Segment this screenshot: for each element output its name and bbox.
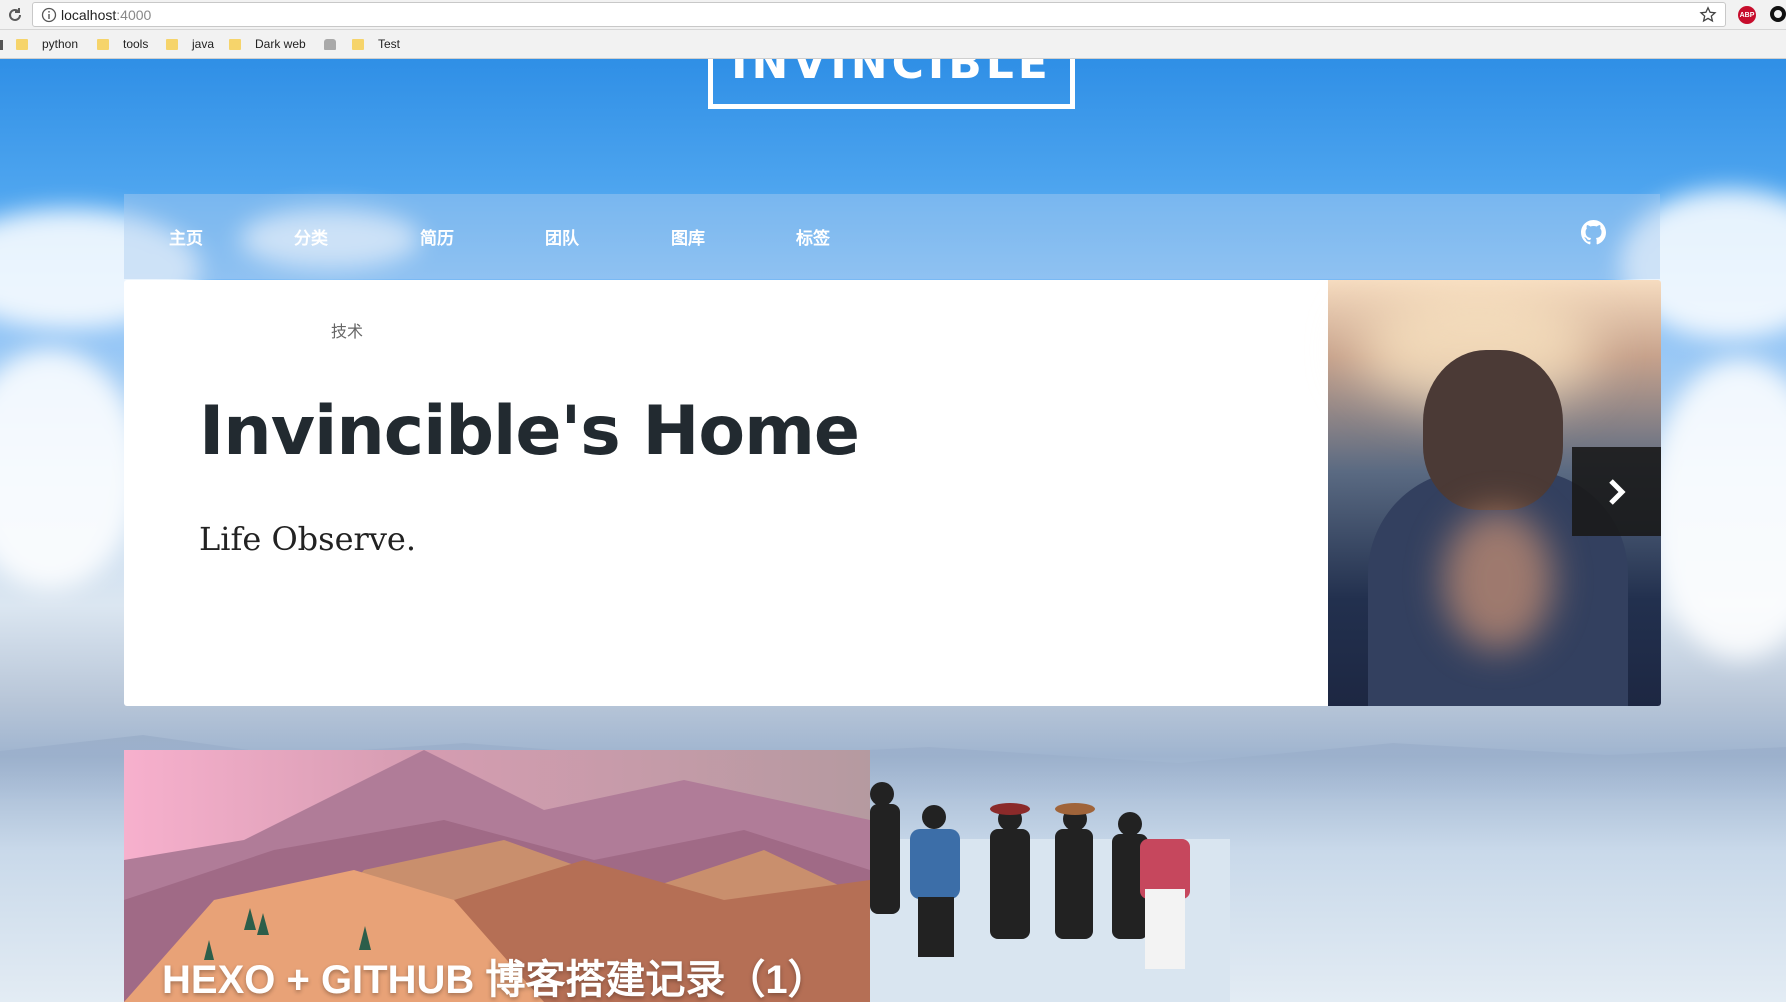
bookmark-label: Test — [378, 37, 401, 51]
nav-item-team[interactable]: 团队 — [545, 224, 579, 249]
bookmark-test[interactable]: Test — [352, 36, 400, 52]
abp-label: ABP — [1739, 11, 1755, 19]
bookmark-database[interactable] — [324, 36, 350, 52]
info-icon[interactable] — [41, 7, 57, 23]
bookmark-label: tools — [123, 37, 149, 51]
post-category[interactable]: 技术 — [331, 318, 363, 342]
site-logo[interactable]: INVINCIBLE — [708, 59, 1075, 109]
bookmark-python[interactable]: python — [16, 36, 78, 52]
hero-title[interactable]: Invincible's Home — [199, 392, 860, 471]
bookmark-dark-web[interactable]: Dark web — [229, 36, 306, 52]
bookmark-label: java — [192, 37, 215, 51]
bookmark-java[interactable]: java — [166, 36, 214, 52]
adblock-extension-icon[interactable]: ABP — [1738, 6, 1756, 24]
bookmark-star-icon[interactable] — [1699, 6, 1717, 24]
nav-item-categories[interactable]: 分类 — [294, 224, 328, 249]
nav-item-gallery[interactable]: 图库 — [671, 224, 705, 249]
folder-icon — [16, 38, 28, 50]
bookmark-label: python — [42, 37, 79, 51]
photo-backlight — [1443, 510, 1553, 650]
browser-toolbar: localhost:4000 ABP — [0, 0, 1786, 30]
chevron-right-icon — [1608, 478, 1626, 505]
github-icon[interactable] — [1581, 220, 1606, 245]
folder-icon — [229, 38, 241, 50]
folder-icon — [166, 38, 178, 50]
extension-icon[interactable] — [1770, 6, 1786, 22]
post-title[interactable]: HEXO + GITHUB 博客搭建记录（1） — [162, 947, 828, 1002]
database-icon — [324, 38, 336, 50]
main-nav: 主页 分类 简历 团队 图库 标签 — [124, 194, 1660, 279]
cloud-decoration — [1650, 359, 1786, 659]
url-text[interactable]: localhost:4000 — [61, 7, 151, 23]
nav-item-home[interactable]: 主页 — [169, 224, 203, 249]
bookmark-tools[interactable]: tools — [97, 36, 148, 52]
bookmarks-bar: python tools java Dark web Test — [0, 30, 1786, 59]
carousel-next-button[interactable] — [1572, 447, 1661, 536]
nav-item-resume[interactable]: 简历 — [420, 224, 454, 249]
folder-icon — [97, 38, 109, 50]
reload-icon — [9, 8, 21, 21]
nav-item-tags[interactable]: 标签 — [796, 224, 830, 249]
hero-subtitle: Life Observe. — [199, 520, 416, 558]
page-viewport: INVINCIBLE 主页 分类 简历 团队 图库 标签 技术 Invincib… — [0, 59, 1786, 1002]
reload-button[interactable] — [4, 4, 26, 26]
url-port: :4000 — [116, 7, 152, 23]
url-host: localhost — [61, 7, 117, 23]
background-people-photo — [870, 782, 1230, 1002]
folder-icon — [352, 38, 364, 50]
site-title: INVINCIBLE — [731, 59, 1052, 89]
bookmarks-handle — [0, 40, 3, 50]
post-card[interactable]: HEXO + GITHUB 博客搭建记录（1） — [124, 750, 870, 1002]
featured-post-card[interactable]: 技术 Invincible's Home Life Observe. — [124, 280, 1661, 706]
address-bar[interactable]: localhost:4000 — [32, 2, 1726, 27]
bookmark-label: Dark web — [255, 37, 306, 51]
cloud-decoration — [0, 349, 140, 589]
photo-person-head — [1423, 350, 1563, 510]
